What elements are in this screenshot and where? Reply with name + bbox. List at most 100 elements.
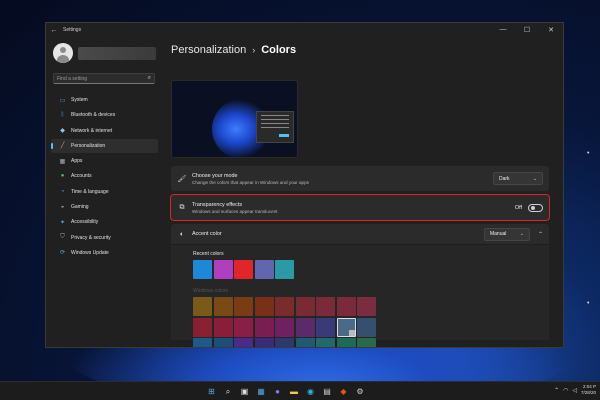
search-icon[interactable]: ⌕	[222, 385, 235, 398]
color-swatch[interactable]	[275, 338, 294, 347]
taskbar-icons: ⊞ ⌕ ▣ ▦ ● ▬ ◉ ▤ ◆ ⚙	[205, 385, 367, 398]
window-controls: — ☐ ✕	[491, 26, 563, 34]
color-swatch[interactable]	[193, 260, 212, 279]
color-swatch[interactable]	[234, 317, 253, 337]
update-icon: ⟳	[59, 250, 66, 257]
color-swatch[interactable]	[254, 338, 274, 347]
sidebar-item-accessibility[interactable]: ✦ Accessibility	[51, 215, 158, 229]
color-swatch[interactable]	[275, 297, 294, 316]
sidebar-item-bluetooth-devices[interactable]: ᛒ Bluetooth & devices	[51, 108, 158, 122]
sidebar-item-gaming[interactable]: ◒ Gaming	[51, 200, 158, 214]
breadcrumb-current: Colors	[261, 44, 297, 56]
task-view-icon[interactable]: ▣	[238, 385, 251, 398]
chevron-up-icon[interactable]: ⌃	[554, 387, 559, 394]
recent-colors	[193, 260, 549, 279]
chat-icon[interactable]: ●	[271, 385, 284, 398]
sidebar-item-apps[interactable]: ▦ Apps	[51, 154, 158, 168]
avatar[interactable]	[53, 43, 73, 63]
sidebar-item-privacy-security[interactable]: ⛉ Privacy & security	[51, 231, 158, 245]
maximize-button[interactable]: ☐	[515, 26, 539, 34]
close-button[interactable]: ✕	[539, 26, 563, 34]
color-swatch[interactable]	[357, 317, 376, 337]
transparency-toggle-group: Off	[515, 203, 543, 212]
back-arrow-icon[interactable]: ←	[49, 27, 59, 34]
color-swatch[interactable]	[275, 317, 294, 337]
windows-colors	[193, 297, 549, 347]
file-explorer-icon[interactable]: ▬	[288, 385, 301, 398]
minimize-button[interactable]: —	[491, 26, 515, 34]
search-placeholder: Find a setting	[57, 75, 88, 82]
page-title: Personalization › Colors	[171, 44, 563, 56]
search-input[interactable]: Find a setting ⌕	[53, 73, 155, 84]
sidebar-item-system[interactable]: ▭ System	[51, 93, 158, 107]
globe-clock-icon: ◔	[60, 188, 65, 195]
clock[interactable]: 2:04 P 7/28/20	[581, 384, 596, 396]
color-swatch[interactable]	[254, 317, 274, 337]
breadcrumb-parent[interactable]: Personalization	[171, 44, 246, 56]
mode-dropdown[interactable]: Dark ⌄	[493, 172, 543, 185]
color-swatch[interactable]	[213, 297, 233, 316]
color-swatch[interactable]	[295, 338, 315, 347]
sidebar-item-label: Accounts	[71, 173, 92, 180]
main-content: Personalization › Colors 🖌 Choose your m…	[170, 37, 563, 347]
search-icon[interactable]: ⌕	[148, 75, 151, 82]
sidebar-item-accounts[interactable]: ● Accounts	[51, 169, 158, 183]
palette-icon: ◐	[179, 230, 185, 238]
monitor-icon: ▭	[59, 97, 66, 104]
window-title: Settings	[63, 27, 82, 33]
color-swatch-selected[interactable]	[336, 317, 356, 337]
color-swatch[interactable]	[316, 317, 335, 337]
sidebar-item-label: Accessibility	[71, 219, 99, 226]
sidebar-item-personalization[interactable]: ╱ Personalization	[51, 138, 158, 153]
color-swatch[interactable]	[254, 297, 274, 316]
bluetooth-icon: ᛒ	[60, 112, 65, 119]
color-swatch[interactable]	[295, 317, 315, 337]
accent-dropdown[interactable]: Manual ⌄	[483, 227, 530, 241]
color-swatch[interactable]	[234, 338, 253, 347]
chevron-up-icon[interactable]: ⌃	[538, 231, 543, 238]
accent-title: Accent color	[192, 231, 222, 237]
settings-window: ← Settings — ☐ ✕ Find a setting ⌕ ▭ Syste…	[45, 22, 564, 348]
accent-setting[interactable]: ◐ Accent color Manual ⌄ ⌃	[171, 224, 549, 244]
sidebar-item-network-internet[interactable]: ◆ Network & internet	[51, 124, 158, 138]
mode-title: Choose your mode	[192, 172, 238, 179]
sidebar-item-label: Time & language	[71, 188, 109, 195]
sidebar-item-label: System	[71, 97, 88, 103]
sidebar-item-time-language[interactable]: ◔ Time & language	[51, 185, 158, 199]
color-swatch[interactable]	[213, 338, 233, 347]
widgets-icon[interactable]: ▦	[255, 385, 268, 398]
color-swatch[interactable]	[254, 260, 274, 279]
color-swatch[interactable]	[336, 297, 356, 316]
color-swatch[interactable]	[357, 338, 376, 347]
office-icon[interactable]: ◆	[337, 385, 350, 398]
color-swatch[interactable]	[316, 338, 335, 347]
recent-colors-title: Recent colors	[193, 251, 224, 257]
wifi-icon[interactable]: ◠	[563, 387, 568, 394]
start-icon[interactable]: ⊞	[205, 385, 218, 398]
clock-date: 7/28/20	[580, 390, 596, 395]
color-swatch[interactable]	[213, 317, 233, 337]
color-swatch[interactable]	[316, 297, 335, 316]
color-swatch[interactable]	[193, 338, 212, 347]
profile[interactable]	[53, 43, 162, 63]
sidebar-item-label: Gaming	[71, 204, 89, 211]
color-swatch[interactable]	[275, 260, 294, 279]
color-swatch[interactable]	[193, 297, 212, 316]
color-swatch[interactable]	[295, 297, 315, 316]
edge-icon[interactable]: ◉	[304, 385, 317, 398]
color-swatch[interactable]	[357, 297, 376, 316]
sidebar-nav: ▭ System ᛒ Bluetooth & devices ◆ Network & in…	[46, 93, 162, 260]
color-swatch[interactable]	[213, 260, 233, 279]
color-swatch[interactable]	[336, 338, 356, 347]
settings-icon[interactable]: ⚙	[354, 385, 367, 398]
accessibility-icon: ✦	[59, 219, 66, 226]
color-swatch[interactable]	[234, 260, 253, 279]
transparency-toggle[interactable]	[528, 203, 543, 212]
sidebar-item-windows-update[interactable]: ⟳ Windows Update	[51, 246, 158, 260]
color-swatch[interactable]	[193, 317, 212, 337]
sidebar-item-label: Bluetooth & devices	[71, 112, 116, 119]
volume-icon[interactable]: ◁	[572, 387, 577, 394]
apps-icon: ▦	[59, 158, 66, 165]
color-swatch[interactable]	[234, 297, 253, 316]
store-icon[interactable]: ▤	[321, 385, 334, 398]
